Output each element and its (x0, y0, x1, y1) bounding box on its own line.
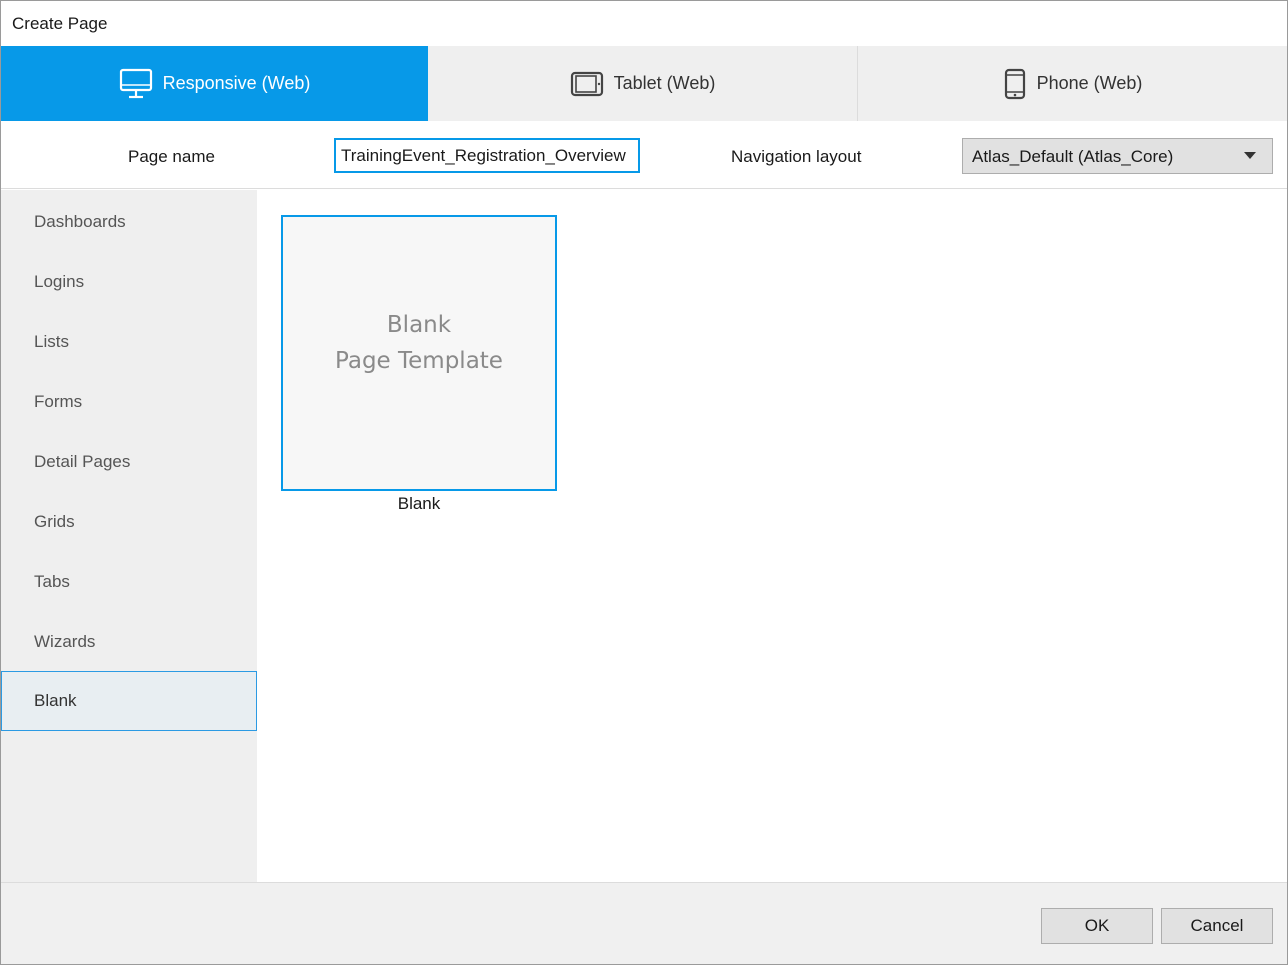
tab-responsive-web[interactable]: Responsive (Web) (1, 46, 428, 121)
page-name-label: Page name (128, 147, 215, 166)
sidebar-item-wizards[interactable]: Wizards (1, 612, 257, 672)
tab-tablet-web[interactable]: Tablet (Web) (428, 46, 858, 121)
create-page-dialog: Create Page Responsive (Web) Tablet (Web… (0, 0, 1288, 965)
phone-icon (1003, 68, 1027, 100)
tab-label: Responsive (Web) (162, 73, 311, 93)
sidebar-item-grids[interactable]: Grids (1, 492, 257, 552)
sidebar-item-detail-pages[interactable]: Detail Pages (1, 432, 257, 492)
device-tabs: Responsive (Web) Tablet (Web) Phone (Web… (1, 46, 1287, 121)
navigation-layout-label: Navigation layout (731, 147, 862, 166)
sidebar-item-logins[interactable]: Logins (1, 252, 257, 312)
navigation-layout-value: Atlas_Default (Atlas_Core) (972, 147, 1174, 166)
chevron-down-icon (1244, 152, 1256, 159)
tablet-icon (570, 71, 604, 97)
ok-button[interactable]: OK (1041, 908, 1153, 944)
navigation-layout-select[interactable]: Atlas_Default (Atlas_Core) (962, 138, 1273, 174)
monitor-icon (119, 68, 153, 100)
tab-label: Tablet (Web) (613, 73, 716, 93)
title-bar: Create Page (1, 1, 1287, 46)
dialog-title: Create Page (12, 14, 108, 33)
dialog-footer: OK Cancel (1, 882, 1287, 964)
cancel-button[interactable]: Cancel (1161, 908, 1273, 944)
template-gallery: Blank Page Template Blank (257, 190, 1287, 882)
template-preview-title: Blank (386, 312, 452, 338)
sidebar-item-tabs[interactable]: Tabs (1, 552, 257, 612)
template-card-blank[interactable]: Blank Page Template (281, 215, 557, 491)
tab-phone-web[interactable]: Phone (Web) (858, 46, 1287, 121)
page-settings-row: Page name Navigation layout Atlas_Defaul… (1, 121, 1287, 189)
sidebar-item-lists[interactable]: Lists (1, 312, 257, 372)
template-preview-subtitle: Page Template (335, 348, 503, 374)
sidebar-item-blank[interactable]: Blank (1, 671, 257, 731)
sidebar-item-forms[interactable]: Forms (1, 372, 257, 432)
tab-label: Phone (Web) (1036, 73, 1143, 93)
template-preview: Blank Page Template (335, 307, 503, 379)
page-name-input[interactable] (334, 138, 640, 173)
template-category-sidebar: Dashboards Logins Lists Forms Detail Pag… (1, 190, 257, 882)
template-caption: Blank (397, 494, 441, 513)
sidebar-item-dashboards[interactable]: Dashboards (1, 192, 257, 252)
